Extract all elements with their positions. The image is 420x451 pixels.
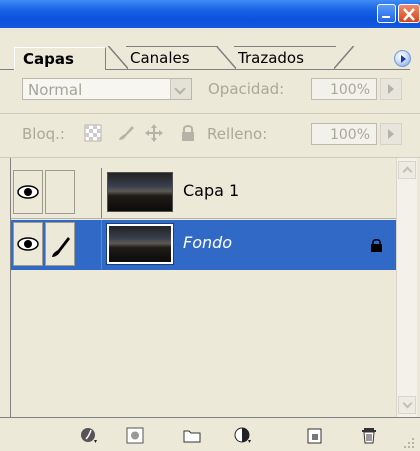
- link-cell[interactable]: [45, 222, 75, 266]
- opacity-slider-button[interactable]: [380, 78, 402, 100]
- trash-icon[interactable]: [360, 427, 378, 444]
- layers-toolbar: [0, 417, 420, 451]
- panel-menu-button[interactable]: [394, 50, 411, 67]
- scroll-down-button[interactable]: [398, 396, 416, 414]
- chevron-down-icon[interactable]: [170, 79, 191, 99]
- layer-name: Capa 1: [183, 181, 240, 200]
- layers-list: Capa 1 Fondo: [10, 158, 397, 417]
- window-titlebar: [0, 0, 420, 28]
- lock-label: Bloq.:: [22, 125, 65, 143]
- fill-slider-button[interactable]: [380, 123, 402, 145]
- blend-row: Normal Opacidad: 100%: [0, 70, 420, 114]
- layer-mask-icon[interactable]: [126, 427, 144, 444]
- fill-field[interactable]: 100%: [311, 123, 377, 145]
- fill-label: Relleno:: [207, 125, 268, 143]
- layer-thumbnail: [106, 223, 174, 265]
- layer-style-icon[interactable]: [80, 427, 98, 444]
- layers-panel: Capas Canales Trazados Normal Opacidad: …: [0, 28, 420, 451]
- brush-icon: [52, 237, 70, 257]
- adjustment-layer-icon[interactable]: [234, 427, 252, 444]
- new-layer-icon[interactable]: [305, 427, 323, 444]
- tab-trazados[interactable]: Trazados: [216, 46, 354, 69]
- eye-icon: [17, 185, 39, 199]
- new-group-icon[interactable]: [183, 427, 201, 444]
- lock-move-icon[interactable]: [144, 123, 164, 143]
- visibility-toggle[interactable]: [13, 170, 43, 214]
- eye-icon: [17, 237, 39, 251]
- layer-name: Fondo: [183, 233, 233, 252]
- visibility-toggle[interactable]: [13, 222, 43, 266]
- layer-thumbnail: [107, 172, 173, 212]
- lock-brush-icon[interactable]: [116, 123, 136, 143]
- blend-mode-select[interactable]: Normal: [22, 78, 192, 100]
- close-button[interactable]: [398, 4, 420, 23]
- link-cell[interactable]: [45, 170, 75, 214]
- lock-all-icon[interactable]: [178, 123, 198, 143]
- resize-grip-icon[interactable]: [402, 436, 416, 450]
- tab-strip: Capas Canales Trazados: [0, 28, 420, 71]
- lock-icon: [371, 238, 382, 252]
- opacity-label: Opacidad:: [208, 80, 285, 98]
- layer-row-selected[interactable]: Fondo: [11, 220, 397, 270]
- scroll-up-button[interactable]: [398, 161, 416, 179]
- minimize-button[interactable]: [377, 4, 396, 23]
- layers-scrollbar[interactable]: [396, 158, 417, 417]
- tab-canales[interactable]: Canales: [108, 46, 218, 69]
- lock-transparent-icon[interactable]: [83, 123, 103, 143]
- layer-row[interactable]: Capa 1: [11, 168, 397, 219]
- close-icon: [403, 8, 415, 21]
- lock-row: Bloq.: Relleno: 100%: [0, 114, 420, 158]
- tab-capas[interactable]: Capas: [14, 47, 106, 70]
- opacity-field[interactable]: 100%: [311, 78, 377, 100]
